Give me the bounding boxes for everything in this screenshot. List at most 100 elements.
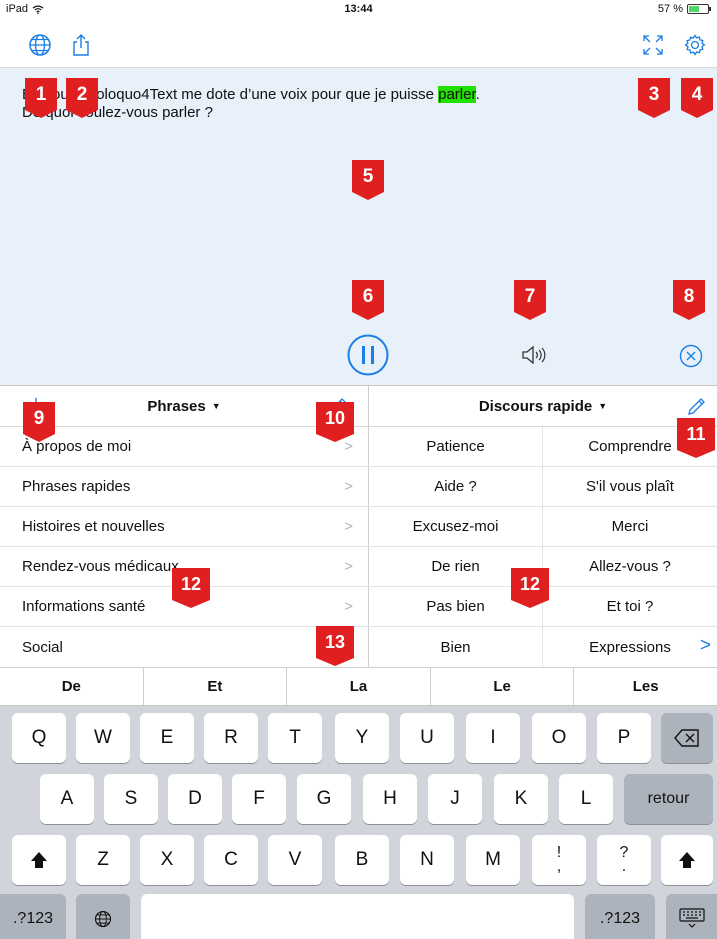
shift-key-left[interactable] <box>12 835 66 885</box>
speaker-icon <box>522 345 546 365</box>
quick-phrase-button[interactable]: Excusez-moi <box>369 507 543 547</box>
key-o[interactable]: O <box>532 713 586 763</box>
annotation-badge: 9 <box>23 402 55 442</box>
key-question-period[interactable]: ? . <box>597 835 651 885</box>
key-f[interactable]: F <box>232 774 286 824</box>
backspace-key[interactable] <box>661 713 713 763</box>
highlighted-word: parler <box>438 86 476 103</box>
quick-speech-dropdown-caret[interactable]: ▼ <box>598 401 607 411</box>
phrase-category-label: Phrases rapides <box>22 478 131 495</box>
quick-phrase-button[interactable]: Patience <box>369 427 543 467</box>
pencil-icon <box>688 398 705 415</box>
share-button[interactable] <box>68 32 94 58</box>
key-c[interactable]: C <box>204 835 258 885</box>
key-z[interactable]: Z <box>76 835 130 885</box>
return-key[interactable]: retour <box>624 774 713 824</box>
annotation-badge: 3 <box>638 78 670 118</box>
quick-phrase-expressions-button[interactable]: Expressions > <box>543 627 717 667</box>
phrase-category-item[interactable]: À propos de moi > <box>0 427 369 467</box>
key-l[interactable]: L <box>559 774 613 824</box>
annotation-badge: 10 <box>316 402 354 442</box>
chevron-right-icon: > <box>344 438 353 455</box>
annotation-badge: 12 <box>172 568 210 608</box>
settings-button[interactable] <box>682 32 708 58</box>
key-t[interactable]: T <box>268 713 322 763</box>
speech-line-1-end: . <box>475 86 480 103</box>
key-p[interactable]: P <box>597 713 651 763</box>
annotation-badge: 7 <box>514 280 546 320</box>
word-suggestion-bar: De Et La Le Les <box>0 668 717 706</box>
shift-icon <box>679 852 695 868</box>
word-suggestion[interactable]: De <box>0 668 144 705</box>
language-button[interactable] <box>27 32 53 58</box>
space-key[interactable] <box>141 894 574 939</box>
status-time: 13:44 <box>344 3 373 15</box>
top-toolbar <box>0 20 717 68</box>
quick-phrase-button[interactable]: Bien <box>369 627 543 667</box>
key-r[interactable]: R <box>204 713 258 763</box>
key-h[interactable]: H <box>363 774 417 824</box>
chevron-right-icon: > <box>344 478 353 495</box>
shift-icon <box>31 852 47 868</box>
key-w[interactable]: W <box>76 713 130 763</box>
shift-key-right[interactable] <box>661 835 713 885</box>
key-x[interactable]: X <box>140 835 194 885</box>
annotation-badge: 13 <box>316 626 354 666</box>
key-a[interactable]: A <box>40 774 94 824</box>
quick-phrase-button[interactable]: Et toi ? <box>543 587 717 627</box>
hide-keyboard-key[interactable] <box>666 894 717 939</box>
on-screen-keyboard: Q W E R T Y U I O P A S D F G H J K L re… <box>0 706 717 939</box>
key-s[interactable]: S <box>104 774 158 824</box>
pause-button[interactable] <box>347 334 389 376</box>
key-g[interactable]: G <box>297 774 351 824</box>
chevron-right-icon: > <box>344 558 353 575</box>
phrase-category-label: Histoires et nouvelles <box>22 518 165 535</box>
phrases-header: Phrases ▼ <box>0 386 368 427</box>
speak-button[interactable] <box>519 341 549 369</box>
fullscreen-button[interactable] <box>640 32 666 58</box>
annotation-badge: 11 <box>677 418 715 458</box>
key-j[interactable]: J <box>428 774 482 824</box>
quick-phrase-label: Expressions <box>589 638 671 656</box>
phrases-panel: Phrases ▼ À propos de moi > Phrases rapide… <box>0 386 369 668</box>
word-suggestion[interactable]: Le <box>431 668 575 705</box>
clear-button[interactable] <box>678 343 704 369</box>
key-m[interactable]: M <box>466 835 520 885</box>
key-b[interactable]: B <box>335 835 389 885</box>
keyboard-hide-icon <box>678 908 705 928</box>
numbers-key-left[interactable]: .?123 <box>0 894 66 939</box>
backspace-icon <box>674 729 699 747</box>
key-d[interactable]: D <box>168 774 222 824</box>
phrase-category-item[interactable]: Histoires et nouvelles > <box>0 507 369 547</box>
key-q[interactable]: Q <box>12 713 66 763</box>
key-n[interactable]: N <box>400 835 454 885</box>
key-u[interactable]: U <box>400 713 454 763</box>
phrases-dropdown-caret[interactable]: ▼ <box>212 401 221 411</box>
quick-phrase-button[interactable]: S'il vous plaît <box>543 467 717 507</box>
word-suggestion[interactable]: La <box>287 668 431 705</box>
quick-phrase-button[interactable]: Merci <box>543 507 717 547</box>
key-k[interactable]: K <box>494 774 548 824</box>
key-v[interactable]: V <box>268 835 322 885</box>
key-exclamation-comma[interactable]: ! , <box>532 835 586 885</box>
globe-icon <box>94 910 112 928</box>
key-e[interactable]: E <box>140 713 194 763</box>
word-suggestion[interactable]: Les <box>574 668 717 705</box>
annotation-badge: 6 <box>352 280 384 320</box>
key-i[interactable]: I <box>466 713 520 763</box>
quick-speech-title[interactable]: Discours rapide <box>479 398 592 415</box>
phrase-category-item[interactable]: Phrases rapides > <box>0 467 369 507</box>
chevron-right-icon: > <box>344 598 353 615</box>
annotation-badge: 12 <box>511 568 549 608</box>
globe-key[interactable] <box>76 894 130 939</box>
annotation-badge: 4 <box>681 78 713 118</box>
word-suggestion[interactable]: Et <box>144 668 288 705</box>
quick-phrase-button[interactable]: Allez-vous ? <box>543 547 717 587</box>
quick-phrase-button[interactable]: Aide ? <box>369 467 543 507</box>
speech-text-area[interactable]: Bonjour. Proloquo4Text me dote d’une voi… <box>0 68 717 386</box>
phrase-category-item[interactable]: Social> <box>0 627 369 667</box>
numbers-key-right[interactable]: .?123 <box>585 894 655 939</box>
fullscreen-icon <box>643 35 663 55</box>
phrases-title[interactable]: Phrases <box>147 398 205 415</box>
key-y[interactable]: Y <box>335 713 389 763</box>
